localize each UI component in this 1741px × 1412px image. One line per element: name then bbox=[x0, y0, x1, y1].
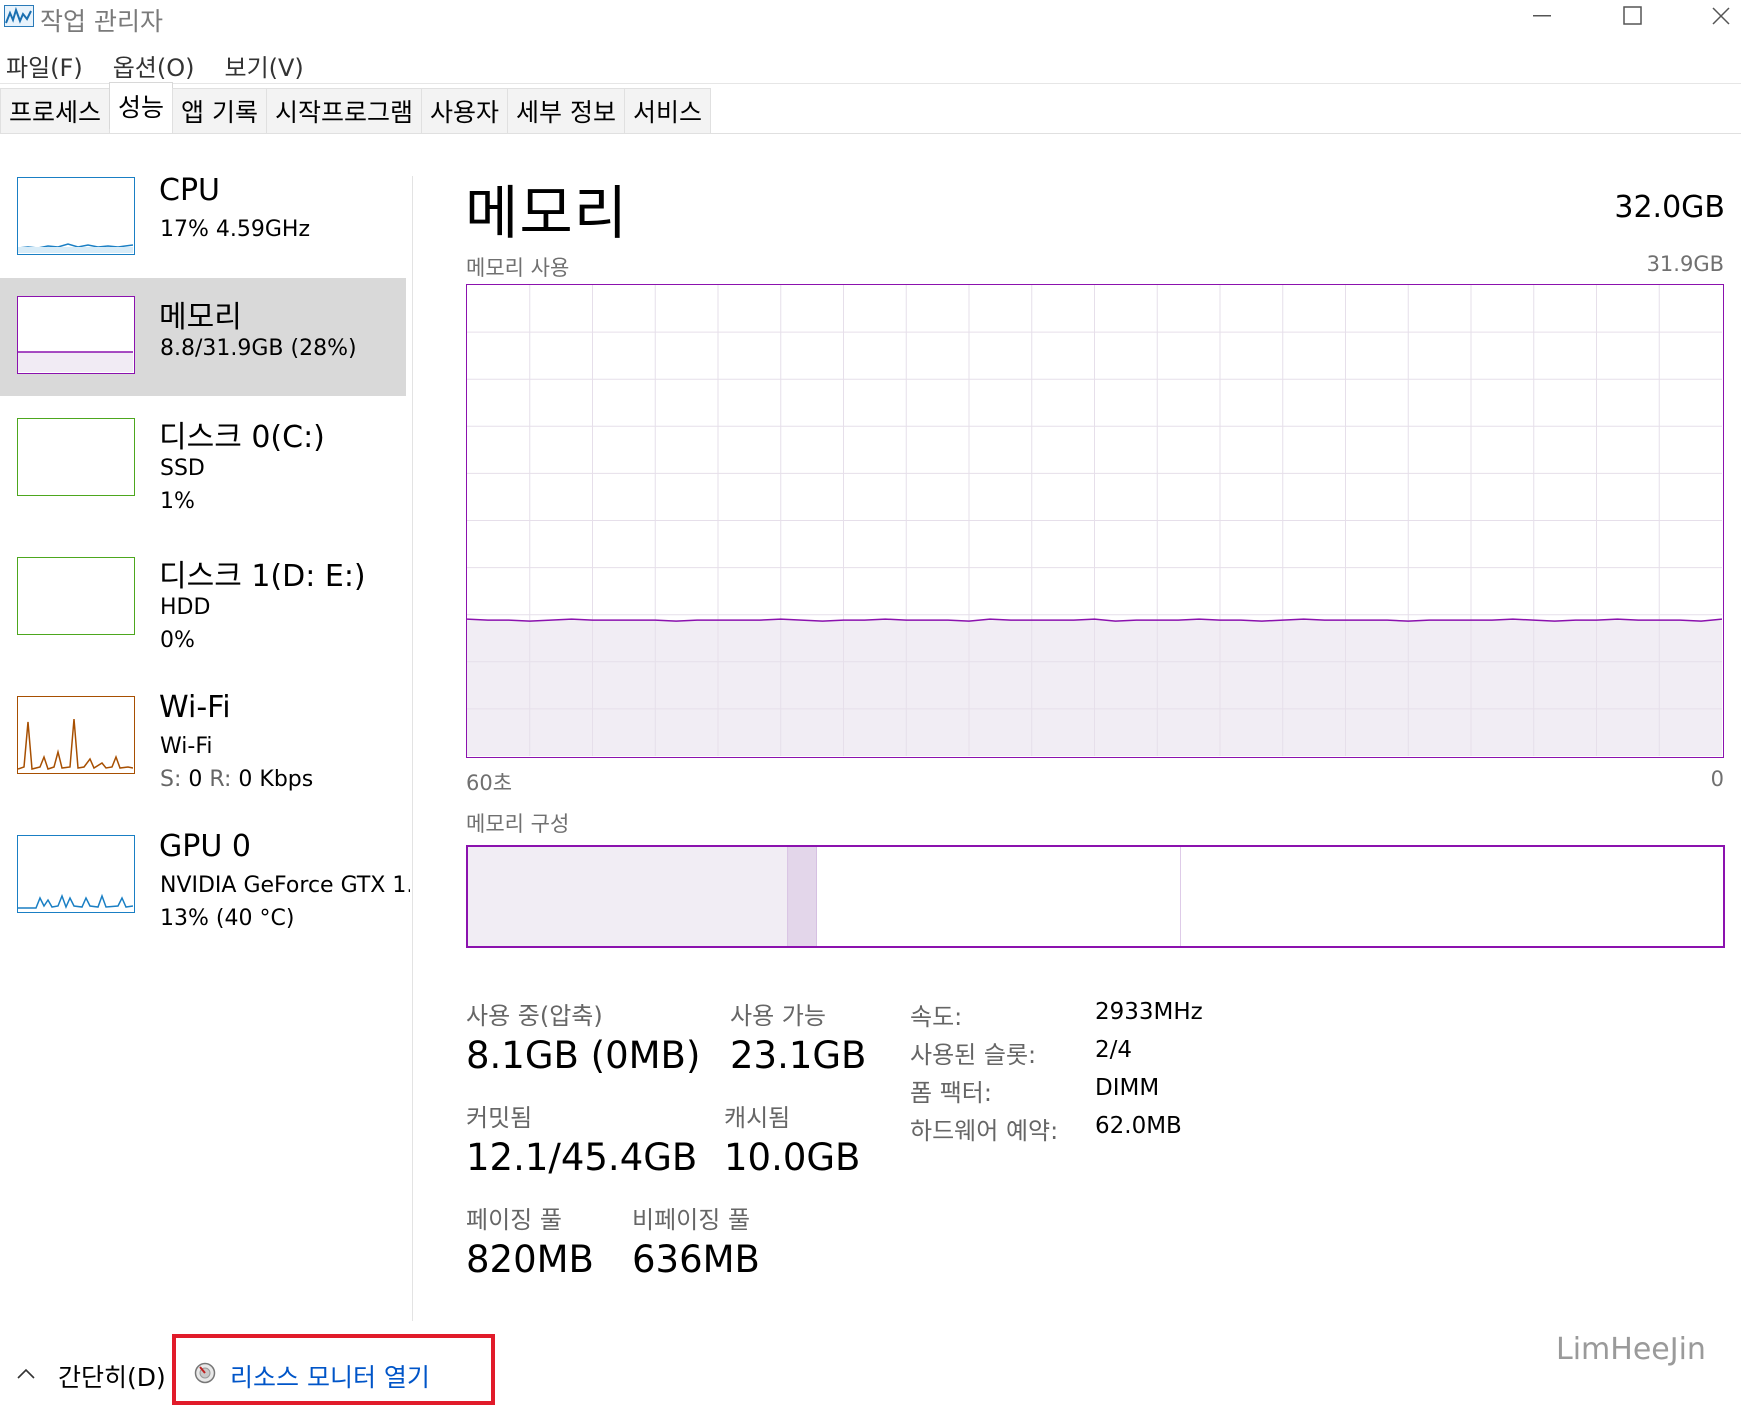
menu-view[interactable]: 보기(V) bbox=[218, 42, 317, 82]
hardware-reserved-value: 62.0MB bbox=[1095, 1113, 1182, 1139]
available-value: 23.1GB bbox=[730, 1034, 867, 1077]
in-use-label: 사용 중(압축) bbox=[466, 1002, 603, 1030]
memory-thumbnail-graph bbox=[17, 296, 135, 374]
wifi-thumbnail-graph bbox=[17, 696, 135, 774]
send-label: S: bbox=[160, 767, 182, 792]
in-use-value: 8.1GB (0MB) bbox=[466, 1034, 701, 1077]
cpu-thumbnail-graph bbox=[17, 177, 135, 255]
maximize-button[interactable] bbox=[1603, 0, 1663, 32]
committed-value: 12.1/45.4GB bbox=[466, 1136, 698, 1179]
task-manager-icon bbox=[4, 5, 34, 27]
sidebar-item-detail: 8.8/31.9GB (28%) bbox=[160, 336, 357, 361]
memory-composition-bar bbox=[466, 845, 1725, 948]
sidebar-item-detail: NVIDIA GeForce GTX 1... bbox=[160, 873, 410, 898]
tab-details[interactable]: 세부 정보 bbox=[507, 88, 625, 133]
disk-1-thumbnail-graph bbox=[17, 557, 135, 635]
menu-bar: 파일(F) 옵션(O) 보기(V) bbox=[0, 42, 328, 82]
committed-label: 커밋됨 bbox=[466, 1104, 533, 1132]
menu-options[interactable]: 옵션(O) bbox=[107, 42, 209, 82]
usage-chart-label: 메모리 사용 bbox=[466, 256, 570, 280]
slots-value: 2/4 bbox=[1095, 1037, 1133, 1063]
memory-composition-plot bbox=[468, 847, 1723, 946]
sidebar-item-gpu-0[interactable]: GPU 0 NVIDIA GeForce GTX 1... 13% (40 °C… bbox=[0, 817, 410, 935]
composition-in-use-segment bbox=[468, 847, 789, 946]
menu-divider bbox=[0, 83, 1741, 84]
cached-label: 캐시됨 bbox=[724, 1104, 791, 1132]
minimize-button[interactable] bbox=[1512, 0, 1572, 32]
nonpaged-pool-label: 비페이징 풀 bbox=[632, 1206, 751, 1234]
tab-processes[interactable]: 프로세스 bbox=[0, 88, 111, 133]
close-button[interactable] bbox=[1691, 0, 1741, 32]
usage-chart-x-end: 0 bbox=[1710, 767, 1724, 791]
usage-chart-max: 31.9GB bbox=[1646, 252, 1724, 276]
sidebar-item-disk-1[interactable]: 디스크 1(D: E:) HDD 0% bbox=[0, 539, 406, 657]
send-value: 0 bbox=[188, 767, 203, 792]
sidebar-item-detail: HDD bbox=[160, 595, 211, 620]
paged-pool-label: 페이징 풀 bbox=[466, 1206, 562, 1234]
cached-value: 10.0GB bbox=[724, 1136, 861, 1179]
chevron-up-icon[interactable] bbox=[16, 1365, 36, 1379]
composition-chart-label: 메모리 구성 bbox=[466, 812, 570, 836]
window-title: 작업 관리자 bbox=[40, 7, 163, 36]
sidebar-item-wifi[interactable]: Wi-Fi Wi-Fi S: 0 R: 0 Kbps bbox=[0, 678, 406, 796]
hardware-reserved-label: 하드웨어 예약: bbox=[910, 1117, 1059, 1145]
wifi-throughput: S: 0 R: 0 Kbps bbox=[160, 767, 313, 792]
sidebar-item-cpu[interactable]: CPU 17% 4.59GHz bbox=[0, 160, 406, 278]
gpu-thumbnail-graph bbox=[17, 835, 135, 913]
title-bar: 작업 관리자 bbox=[0, 0, 1741, 36]
memory-usage-plot bbox=[467, 285, 1723, 756]
composition-standby-segment bbox=[816, 847, 1181, 946]
sidebar-item-detail: 0% bbox=[160, 628, 195, 653]
disk-0-thumbnail-graph bbox=[17, 418, 135, 496]
sidebar-item-memory[interactable]: 메모리 8.8/31.9GB (28%) bbox=[0, 278, 406, 396]
nonpaged-pool-value: 636MB bbox=[632, 1238, 760, 1281]
tab-users[interactable]: 사용자 bbox=[421, 88, 509, 133]
sidebar-divider bbox=[412, 176, 413, 1321]
watermark: LimHeeJin bbox=[1556, 1332, 1706, 1367]
available-label: 사용 가능 bbox=[730, 1002, 826, 1030]
tab-startup[interactable]: 시작프로그램 bbox=[265, 88, 422, 133]
composition-modified-segment bbox=[788, 847, 817, 946]
sidebar-item-detail: 17% 4.59GHz bbox=[160, 217, 311, 242]
fewer-details-button[interactable]: 간단히(D) bbox=[58, 1358, 166, 1394]
sidebar-item-detail: Wi-Fi bbox=[160, 734, 213, 759]
tab-performance[interactable]: 성능 bbox=[109, 82, 174, 129]
sidebar-item-detail: SSD bbox=[160, 456, 205, 481]
sidebar-item-detail: 1% bbox=[160, 489, 195, 514]
usage-chart-x-start: 60초 bbox=[466, 771, 513, 795]
form-factor-label: 폼 팩터: bbox=[910, 1079, 992, 1107]
menu-file[interactable]: 파일(F) bbox=[0, 42, 97, 82]
speed-label: 속도: bbox=[910, 1003, 963, 1031]
sidebar-item-title: 디스크 1(D: E:) bbox=[159, 559, 366, 594]
speed-value: 2933MHz bbox=[1095, 999, 1203, 1025]
memory-usage-chart bbox=[466, 284, 1724, 758]
paged-pool-value: 820MB bbox=[466, 1238, 594, 1281]
sidebar-item-title: 디스크 0(C:) bbox=[159, 420, 325, 455]
sidebar-item-detail: 13% (40 °C) bbox=[160, 906, 295, 931]
sidebar-item-title: 메모리 bbox=[159, 300, 242, 335]
tab-underline bbox=[0, 133, 1741, 134]
slots-label: 사용된 슬롯: bbox=[910, 1041, 1037, 1069]
receive-value: 0 Kbps bbox=[238, 767, 314, 792]
composition-free-segment bbox=[1180, 847, 1723, 946]
tab-app-history[interactable]: 앱 기록 bbox=[172, 88, 267, 133]
form-factor-value: DIMM bbox=[1095, 1075, 1160, 1101]
total-memory: 32.0GB bbox=[1614, 190, 1725, 225]
sidebar-item-title: GPU 0 bbox=[159, 829, 251, 864]
sidebar-item-title: CPU bbox=[159, 173, 220, 208]
sidebar-item-title: Wi-Fi bbox=[159, 690, 231, 725]
highlight-annotation-box bbox=[172, 1334, 495, 1405]
sidebar-item-disk-0[interactable]: 디스크 0(C:) SSD 1% bbox=[0, 400, 406, 518]
tab-bar: 프로세스 성능 앱 기록 시작프로그램 사용자 세부 정보 서비스 bbox=[0, 82, 711, 134]
tab-services[interactable]: 서비스 bbox=[623, 88, 711, 133]
receive-label: R: bbox=[209, 767, 232, 792]
page-title: 메모리 bbox=[465, 179, 629, 247]
